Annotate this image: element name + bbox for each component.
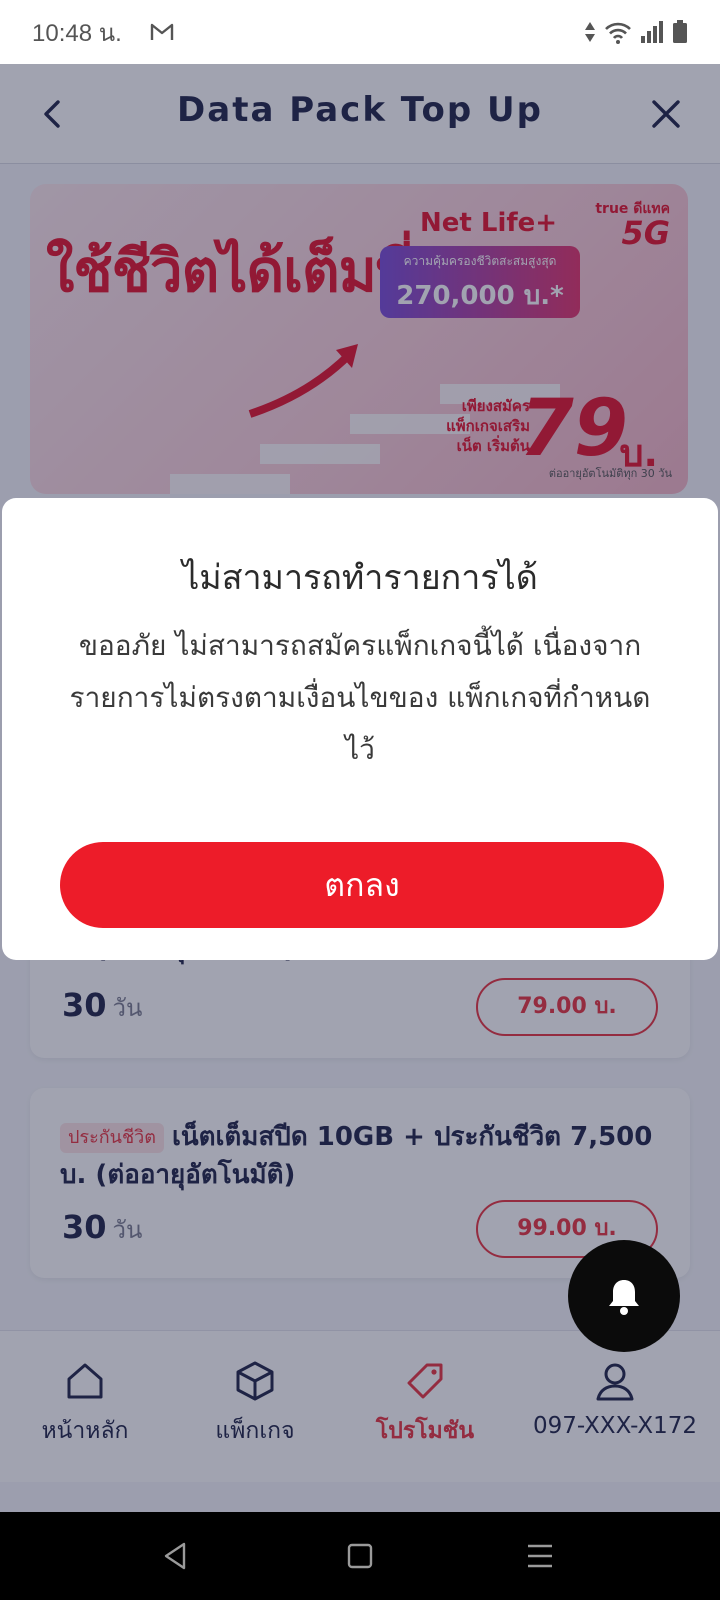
back-triangle-icon[interactable] bbox=[160, 1540, 192, 1572]
error-dialog: ไม่สามารถทำรายการได้ ขออภัย ไม่สามารถสมั… bbox=[2, 498, 718, 960]
wifi-icon bbox=[605, 22, 631, 44]
ok-button[interactable]: ตกลง bbox=[60, 842, 664, 928]
recents-menu-icon[interactable] bbox=[524, 1540, 556, 1572]
bell-icon bbox=[609, 1280, 639, 1315]
notification-button[interactable] bbox=[568, 1240, 680, 1352]
signal-icon bbox=[641, 21, 663, 43]
status-bar: 10:48 น. bbox=[0, 0, 720, 64]
data-arrows-icon bbox=[585, 22, 595, 42]
status-icons bbox=[584, 20, 688, 44]
dialog-message: ขออภัย ไม่สามารถสมัครแพ็กเกจนี้ได้ เนื่อ… bbox=[69, 629, 651, 766]
battery-icon bbox=[673, 20, 687, 43]
dialog-title: ไม่สามารถทำรายการได้ bbox=[182, 558, 538, 598]
system-nav-bar bbox=[0, 1512, 720, 1600]
gmail-icon bbox=[150, 23, 174, 40]
status-time: 10:48 น. bbox=[32, 19, 122, 47]
home-square-icon[interactable] bbox=[344, 1540, 376, 1572]
